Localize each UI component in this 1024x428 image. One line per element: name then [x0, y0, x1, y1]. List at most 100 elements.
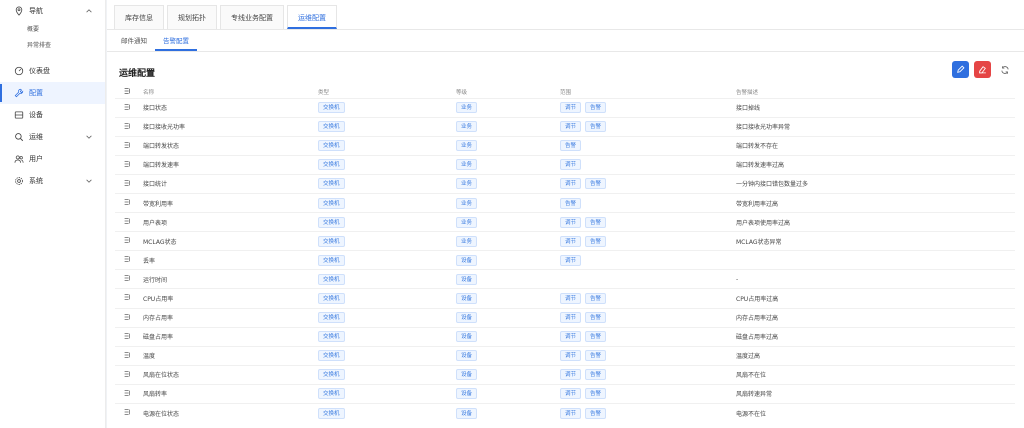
cell-name: CPU占用率: [139, 288, 314, 309]
top-tab-bar: 库存信息 规划拓扑 专线业务配置 运维配置: [107, 0, 1024, 30]
expand-row-icon[interactable]: [123, 236, 132, 245]
row-expand-cell[interactable]: [115, 173, 139, 194]
row-expand-cell[interactable]: [115, 345, 139, 366]
row-expand-cell[interactable]: [115, 269, 139, 289]
tab-leased-line[interactable]: 专线业务配置: [220, 5, 284, 29]
category-tag: 交换机: [318, 159, 345, 171]
tab-email-notify[interactable]: 邮件通知: [113, 31, 155, 51]
level-tag: 设备: [456, 350, 478, 362]
cell-description: 端口转发速率过高: [732, 154, 1015, 175]
cell-category: 交换机: [314, 364, 452, 385]
table-row[interactable]: MCLAG状态 交换机 业务 调节 告警 MCLAG状态异常: [115, 231, 1015, 251]
row-expand-cell[interactable]: [115, 250, 139, 270]
expand-row-icon[interactable]: [123, 351, 132, 360]
expand-row-icon[interactable]: [123, 274, 132, 283]
table-row[interactable]: 接口统计 交换机 业务 调节 告警 一分钟内接口错包数量过多: [115, 173, 1015, 194]
expand-all-icon[interactable]: [123, 87, 132, 96]
cell-category: 交换机: [314, 307, 452, 328]
row-expand-cell[interactable]: [115, 288, 139, 309]
level-tag: 业务: [456, 121, 478, 133]
cell-level: 业务: [452, 231, 556, 251]
table-row[interactable]: 带宽利用率 交换机 业务 告警 带宽利用率过高: [115, 192, 1015, 213]
row-expand-cell[interactable]: [115, 307, 139, 328]
table-row[interactable]: 风扇在位状态 交换机 设备 调节 告警 风扇不在位: [115, 364, 1015, 385]
cell-scope: 调节 告警: [556, 288, 732, 309]
table-row[interactable]: 风扇转率 交换机 设备 调节 告警 风扇转速异常: [115, 383, 1015, 404]
sidebar-item-label: 设备: [29, 111, 43, 119]
cell-scope: 调节 告警: [556, 364, 732, 385]
table-row[interactable]: CPU占用率 交换机 设备 调节 告警 CPU占用率过高: [115, 288, 1015, 309]
sidebar-item-dashboard[interactable]: 仪表盘: [0, 60, 105, 82]
cell-scope: 调节 告警: [556, 97, 732, 118]
table-row[interactable]: 运行时间 交换机 设备 -: [115, 269, 1015, 289]
row-expand-cell[interactable]: [115, 364, 139, 385]
row-expand-cell[interactable]: [115, 326, 139, 347]
row-expand-cell[interactable]: [115, 135, 139, 156]
cell-scope: 调节 告警: [556, 383, 732, 404]
table-row[interactable]: 磁盘占用率 交换机 设备 调节 告警 磁盘占用率过高: [115, 326, 1015, 347]
table-row[interactable]: 内存占用率 交换机 设备 调节 告警 内存占用率过高: [115, 307, 1015, 328]
expand-row-icon[interactable]: [123, 293, 132, 302]
table-row[interactable]: 电源在位状态 交换机 设备 调节 告警 电源不在位: [115, 402, 1015, 423]
table-row[interactable]: 用户表项 交换机 业务 调节 告警 用户表项使用率过高: [115, 212, 1015, 232]
expand-row-icon[interactable]: [123, 122, 132, 131]
row-expand-cell[interactable]: [115, 97, 139, 118]
row-expand-cell[interactable]: [115, 154, 139, 175]
sidebar-item-ops[interactable]: 运维: [0, 126, 105, 148]
tab-alarm-config[interactable]: 告警配置: [155, 31, 197, 51]
table-row[interactable]: 接口接收光功率 交换机 业务 调节 告警 接口接收光功率异常: [115, 116, 1015, 137]
expand-row-icon[interactable]: [123, 179, 132, 188]
cell-scope: 调节 告警: [556, 345, 732, 366]
sidebar-subitem-troubleshoot[interactable]: 异常排查: [0, 38, 105, 54]
chevron-down-icon: [86, 135, 92, 139]
sidebar-item-config[interactable]: 配置: [0, 82, 105, 104]
rule-tag: 告警: [585, 388, 607, 400]
cell-level: 设备: [452, 364, 556, 385]
tab-inventory[interactable]: 库存信息: [114, 5, 164, 29]
category-tag: 交换机: [318, 292, 345, 304]
expand-row-icon[interactable]: [123, 389, 132, 398]
table-body: 接口状态 交换机 业务 调节 告警 接口掉线 接口接收光功率 交换机 业务 调节 告警 接口接收光功率…: [115, 97, 1015, 423]
expand-row-icon[interactable]: [123, 255, 132, 264]
sidebar-item-navigation[interactable]: 导航: [0, 0, 105, 22]
expand-row-icon[interactable]: [123, 370, 132, 379]
sidebar-item-device[interactable]: 设备: [0, 104, 105, 126]
tab-ops-config[interactable]: 运维配置: [287, 5, 337, 29]
cell-scope: 调节 告警: [556, 173, 732, 194]
row-expand-cell[interactable]: [115, 212, 139, 232]
row-expand-cell[interactable]: [115, 231, 139, 251]
table-row[interactable]: 温度 交换机 设备 调节 告警 温度过高: [115, 345, 1015, 366]
rule-tag: 告警: [585, 369, 607, 381]
rule-tag: 告警: [585, 292, 607, 304]
expand-row-icon[interactable]: [123, 160, 132, 169]
tab-topology[interactable]: 规划拓扑: [167, 5, 217, 29]
table-row[interactable]: 接口状态 交换机 业务 调节 告警 接口掉线: [115, 97, 1015, 118]
refresh-button[interactable]: [997, 62, 1012, 77]
rule-tag: 告警: [585, 331, 607, 343]
expand-row-icon[interactable]: [123, 103, 132, 112]
expand-row-icon[interactable]: [123, 141, 132, 150]
cell-scope: 调节 告警: [556, 307, 732, 328]
expand-row-icon[interactable]: [123, 313, 132, 322]
row-expand-cell[interactable]: [115, 192, 139, 213]
cell-level: 业务: [452, 192, 556, 213]
device-icon: [13, 110, 24, 121]
cell-description: 带宽利用率过高: [732, 192, 1015, 213]
sidebar-subitem-overview[interactable]: 概要: [0, 22, 105, 38]
edit-button[interactable]: [952, 61, 969, 78]
expand-row-icon[interactable]: [123, 198, 132, 207]
sub-tab-bar: 邮件通知 告警配置: [107, 30, 1024, 52]
expand-row-icon[interactable]: [123, 408, 132, 417]
expand-row-icon[interactable]: [123, 332, 132, 341]
level-tag: 设备: [456, 331, 478, 343]
table-row[interactable]: 端口转发速率 交换机 业务 调节 端口转发速率过高: [115, 154, 1015, 175]
row-expand-cell[interactable]: [115, 402, 139, 423]
sidebar-item-system[interactable]: 系统: [0, 170, 105, 192]
delete-button[interactable]: [974, 61, 991, 78]
row-expand-cell[interactable]: [115, 383, 139, 404]
table-row[interactable]: 丢率 交换机 设备 调节: [115, 250, 1015, 270]
sidebar-item-user[interactable]: 用户: [0, 148, 105, 170]
row-expand-cell[interactable]: [115, 116, 139, 137]
expand-row-icon[interactable]: [123, 217, 132, 226]
table-row[interactable]: 端口转发状态 交换机 业务 告警 端口转发不存在: [115, 135, 1015, 156]
